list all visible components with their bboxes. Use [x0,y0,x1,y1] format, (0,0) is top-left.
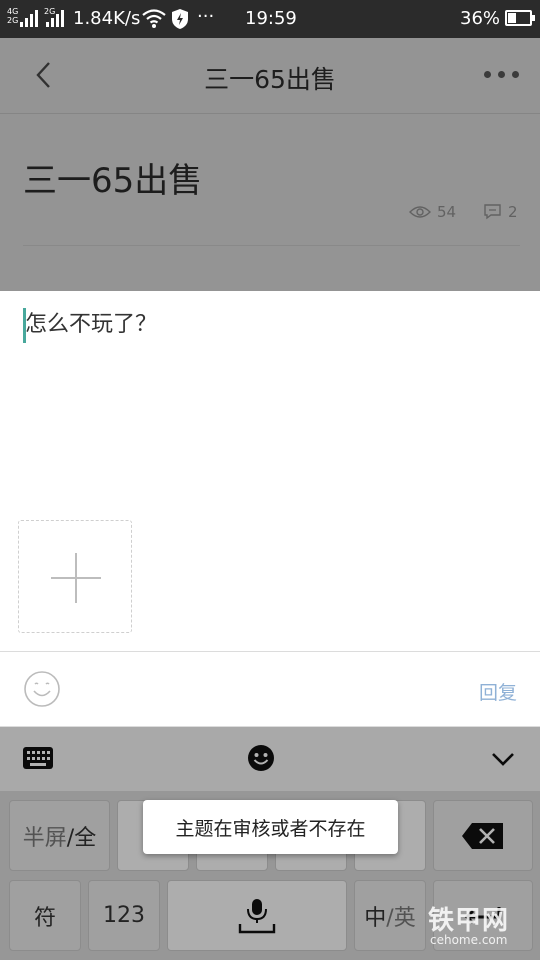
backspace-icon [462,822,503,849]
more-notifications: ··· [197,6,215,27]
status-bar: 4G 2G 2G 1.84K/s ··· 19:59 36% [0,0,540,38]
plus-icon-vertical [75,553,77,603]
signal-icon [20,9,42,27]
halfscreen-key[interactable]: 半屏/全 [9,800,110,871]
english-label: /英 [386,905,416,931]
microphone-icon [238,898,276,933]
emoji-face-icon[interactable] [247,744,275,772]
chevron-down-icon[interactable] [491,751,515,767]
reply-text-input[interactable]: 怎么不玩了？ [25,310,157,340]
keyboard-icon[interactable] [22,745,54,771]
chinese-label: 中 [364,905,387,931]
network-type-label: 4G 2G [7,7,19,25]
voice-space-key[interactable] [167,880,347,951]
battery-percent: 36% [460,8,501,29]
reply-button[interactable]: 回复 [479,678,517,705]
emoji-icon[interactable] [23,670,61,708]
language-key[interactable]: 中/英 [354,880,426,951]
shield-bolt-icon [172,9,188,29]
clock: 19:59 [245,8,297,29]
reply-editor[interactable]: 怎么不玩了？ [0,291,540,651]
watermark-url: cehome.com [430,933,508,947]
dim-overlay[interactable] [0,38,540,291]
backspace-key[interactable] [433,800,533,871]
network-speed: 1.84K/s [73,8,141,29]
battery-icon [505,10,535,26]
fullscreen-label: /全 [66,825,97,851]
numbers-key[interactable]: 123 [88,880,160,951]
wifi-icon [142,9,166,28]
site-watermark: 铁甲网 cehome.com [428,900,540,960]
keyboard-toolbar [0,727,540,791]
signal-icon-2 [46,9,68,27]
halfscreen-label: 半屏 [22,825,67,851]
symbol-key[interactable]: 符 [9,880,81,951]
add-image-button[interactable] [18,520,132,633]
reply-bar: 回复 [0,651,540,727]
watermark-brand: 铁甲网 [428,906,510,936]
toast-message: 主题在审核或者不存在 [143,800,398,854]
